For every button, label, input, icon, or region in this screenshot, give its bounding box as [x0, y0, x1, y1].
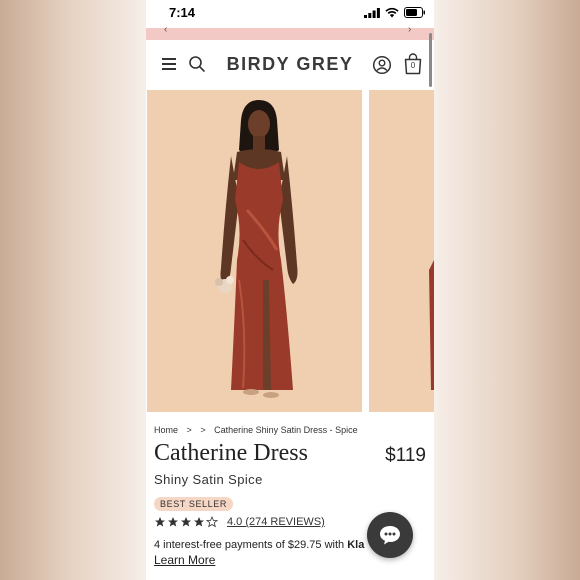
star-filled-icon [168, 517, 178, 527]
reviews-link[interactable]: 4.0 (274 REVIEWS) [227, 516, 325, 528]
product-variant: Shiny Satin Spice [154, 472, 263, 487]
shopping-bag-icon[interactable]: 0 [403, 53, 423, 75]
installment-text: 4 interest-free payments of $29.75 with [154, 539, 348, 551]
status-bar: 7:14 [146, 0, 434, 28]
product-gallery[interactable] [146, 90, 434, 414]
best-seller-badge: BEST SELLER [154, 497, 233, 511]
star-filled-icon [194, 517, 204, 527]
payment-provider: Kla [347, 539, 365, 551]
wifi-icon [385, 7, 399, 18]
product-title: Catherine Dress [154, 440, 308, 466]
star-empty-icon [206, 516, 218, 528]
cellular-signal-icon [364, 7, 380, 18]
product-photo-next[interactable] [369, 90, 434, 412]
cart-count: 0 [410, 61, 416, 70]
star-filled-icon [181, 517, 191, 527]
product-photo-main[interactable] [147, 90, 362, 412]
breadcrumb-separator: > [200, 425, 206, 435]
chevron-right-icon[interactable]: › [408, 24, 411, 35]
breadcrumb: Home > > Catherine Shiny Satin Dress - S… [154, 425, 358, 435]
chevron-left-icon[interactable]: ‹ [164, 24, 167, 35]
model-photo [215, 100, 298, 398]
promo-banner[interactable]: ‹ › [146, 24, 434, 40]
account-icon[interactable] [372, 55, 392, 75]
status-icons [364, 7, 426, 18]
scrollbar[interactable] [429, 33, 432, 87]
learn-more-link[interactable]: Learn More [154, 553, 215, 567]
product-price: $119 [385, 445, 426, 466]
battery-icon [404, 7, 425, 18]
phone-screen: 7:14 ‹ › BIRDY GREY 0 Home > > Catherine… [146, 0, 434, 580]
installment-info: 4 interest-free payments of $29.75 with … [154, 539, 364, 551]
star-filled-icon [155, 517, 165, 527]
breadcrumb-home[interactable]: Home [154, 425, 178, 435]
model-photo-next [429, 260, 434, 390]
status-time: 7:14 [169, 5, 196, 20]
breadcrumb-separator: > [186, 425, 192, 435]
breadcrumb-current: Catherine Shiny Satin Dress - Spice [214, 425, 358, 435]
chat-bubble-icon [380, 526, 400, 545]
chat-button[interactable] [367, 512, 413, 558]
product-rating[interactable]: 4.0 (274 REVIEWS) [154, 516, 325, 528]
site-header: BIRDY GREY 0 [146, 33, 434, 90]
